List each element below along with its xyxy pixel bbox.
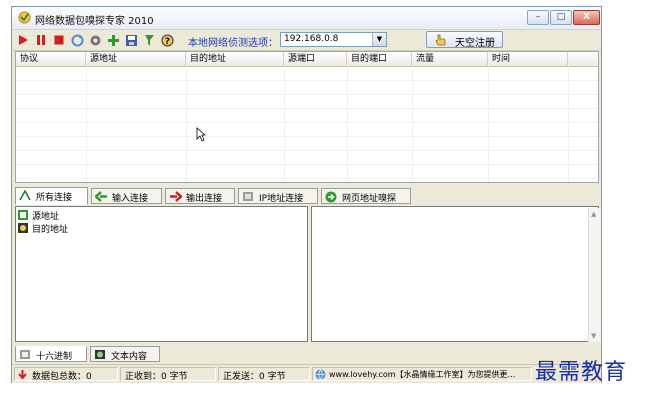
register-label: 天空注册	[455, 38, 495, 49]
status-sent: 正发送：0 字节	[218, 367, 310, 382]
minimize-button[interactable]: –	[527, 10, 549, 25]
save-icon[interactable]	[124, 33, 138, 47]
network-options-label: 本地网络侦测选项：	[188, 38, 278, 49]
network-adapter-value: 192.168.0.8	[284, 34, 339, 44]
window-title: 网络数据包嗅探专家 2010	[35, 16, 154, 27]
col-divider	[284, 66, 285, 182]
packet-detail-pane[interactable]	[311, 206, 599, 342]
col-divider	[186, 66, 187, 182]
tab-web-sniff-label: 网页地址嗅探	[342, 194, 397, 204]
incoming-arrow-icon	[94, 191, 108, 205]
tab-web-sniff[interactable]: 网页地址嗅探	[321, 188, 411, 204]
tab-text[interactable]: 文本内容	[90, 346, 160, 362]
title-bar[interactable]: 网络数据包嗅探专家 2010 – □ X	[12, 7, 601, 30]
ip-address-icon	[242, 191, 254, 205]
col-divider	[568, 66, 569, 182]
play-icon[interactable]	[16, 33, 30, 47]
row-divider	[16, 178, 598, 179]
tab-ip-connections-label: IP地址连接	[259, 194, 304, 204]
tab-text-label: 文本内容	[111, 352, 148, 362]
tab-all-connections-label: 所有连接	[36, 193, 73, 203]
help-icon[interactable]: ?	[160, 33, 174, 47]
col-divider	[347, 66, 348, 182]
watermark-logo: 最需教育	[535, 360, 628, 385]
globe-icon	[315, 369, 326, 380]
status-bar: 数据包总数：0 正收到：0 字节 正发送：0 字节 www.lovehy.com…	[12, 364, 601, 383]
tab-hex-label: 十六进制	[36, 352, 73, 362]
row-divider	[16, 108, 598, 109]
status-packets: 数据包总数：0	[14, 367, 118, 383]
row-divider	[16, 150, 598, 151]
detail-scrollbar[interactable]: ▲ ▼	[588, 208, 601, 342]
tab-outgoing[interactable]: 输出连接	[165, 188, 235, 204]
settings-icon[interactable]	[88, 33, 102, 47]
tab-hex[interactable]: 十六进制	[15, 346, 87, 362]
hex-icon	[19, 349, 31, 363]
toolbar: ? 本地网络侦测选项： 192.168.0.8 ▼ 天空注册	[12, 30, 601, 51]
view-tabs: 十六进制 文本内容	[15, 346, 315, 363]
all-connections-icon	[19, 189, 31, 204]
close-button[interactable]: X	[573, 10, 600, 25]
status-credit[interactable]: www.lovehy.com【水晶情缘工作室】为您提供更…	[312, 367, 532, 381]
network-adapter-select[interactable]: 192.168.0.8 ▼	[280, 32, 387, 47]
table-header: 协议 源地址 目的地址 源端口 目的端口 流量 时间	[16, 52, 598, 67]
col-time[interactable]: 时间	[488, 52, 568, 66]
source-icon	[18, 210, 28, 220]
col-destination-address[interactable]: 目的地址	[186, 52, 284, 66]
tab-outgoing-label: 输出连接	[186, 194, 223, 204]
scroll-down-icon[interactable]: ▼	[591, 332, 596, 340]
destination-icon	[18, 223, 28, 233]
col-divider	[412, 66, 413, 182]
col-divider	[86, 66, 87, 182]
maximize-button[interactable]: □	[550, 10, 572, 25]
row-divider	[16, 164, 598, 165]
scroll-up-icon[interactable]: ▲	[591, 210, 596, 218]
col-source-address[interactable]: 源地址	[86, 52, 186, 66]
connection-tabs: 所有连接 输入连接 输出连接 IP地址连接 网页地址嗅探	[15, 187, 599, 205]
mouse-cursor-icon	[196, 127, 206, 142]
tab-ip-connections[interactable]: IP地址连接	[238, 188, 318, 204]
packets-icon	[17, 369, 28, 383]
row-divider	[16, 94, 598, 95]
app-sniffer-icon	[18, 11, 31, 24]
tab-all-connections[interactable]: 所有连接	[15, 187, 88, 205]
row-divider	[16, 122, 598, 123]
packet-table[interactable]: 协议 源地址 目的地址 源端口 目的端口 流量 时间	[15, 51, 599, 183]
register-button[interactable]: 天空注册	[426, 31, 503, 49]
web-sniff-icon	[325, 191, 337, 206]
address-tree[interactable]: 源地址 目的地址	[15, 206, 308, 342]
col-source-port[interactable]: 源端口	[284, 52, 347, 66]
text-icon	[94, 349, 106, 363]
pause-icon[interactable]	[34, 33, 48, 47]
hand-pointer-icon	[435, 34, 446, 49]
stop-icon[interactable]	[52, 33, 66, 47]
tree-item-source-label: 源地址	[32, 212, 60, 222]
chevron-down-icon[interactable]: ▼	[372, 33, 386, 46]
status-sent-text: 正发送：0 字节	[223, 372, 286, 382]
col-traffic[interactable]: 流量	[412, 52, 488, 66]
svg-text:?: ?	[164, 37, 169, 47]
status-received: 正收到：0 字节	[120, 367, 216, 382]
filter-icon[interactable]	[142, 33, 156, 47]
status-packets-text: 数据包总数：0	[32, 372, 92, 382]
main-window: 网络数据包嗅探专家 2010 – □ X ? 本地网络侦测选项： 192.168…	[11, 6, 602, 383]
status-credit-text: www.lovehy.com【水晶情缘工作室】为您提供更…	[329, 370, 516, 379]
row-divider	[16, 136, 598, 137]
col-destination-port[interactable]: 目的端口	[347, 52, 412, 66]
outgoing-arrow-icon	[169, 191, 183, 205]
tab-incoming-label: 输入连接	[112, 194, 149, 204]
add-icon[interactable]	[106, 33, 120, 47]
tree-item-destination-label: 目的地址	[32, 225, 69, 235]
status-received-text: 正收到：0 字节	[125, 372, 188, 382]
tab-incoming[interactable]: 输入连接	[91, 188, 162, 204]
row-divider	[16, 80, 598, 81]
col-protocol[interactable]: 协议	[16, 52, 86, 66]
refresh-icon[interactable]	[70, 33, 84, 47]
col-divider	[488, 66, 489, 182]
